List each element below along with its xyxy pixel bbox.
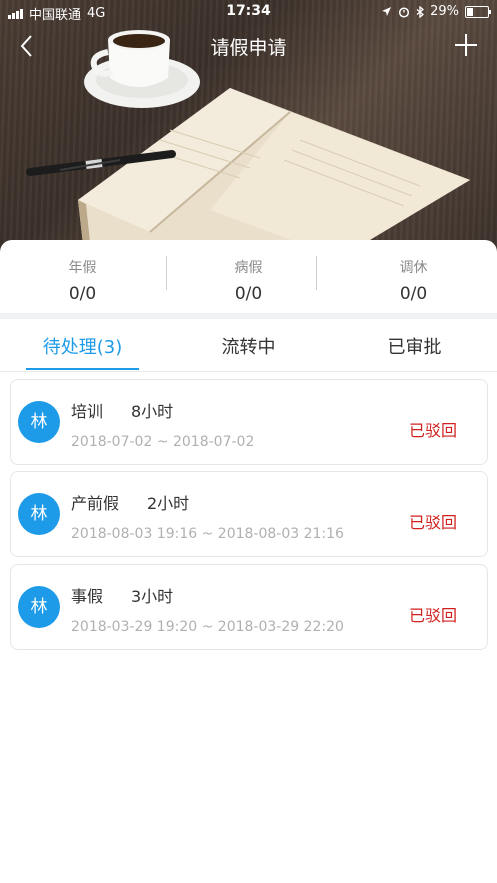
battery-percent: 29% xyxy=(430,4,459,19)
leave-dates: 2018-07-02 ~ 2018-07-02 xyxy=(71,434,255,450)
status-badge: 已驳回 xyxy=(408,421,457,440)
leave-dates: 2018-08-03 19:16 ~ 2018-08-03 21:16 xyxy=(71,526,344,542)
avatar: 林 xyxy=(18,586,60,628)
leave-balance-summary: 年假 0/0 病假 0/0 调休 0/0 xyxy=(0,240,497,313)
status-badge: 已驳回 xyxy=(408,513,457,532)
status-bar: 中国联通 4G 17:34 29% xyxy=(0,0,497,24)
avatar: 林 xyxy=(18,401,60,443)
leave-type: 产前假 xyxy=(71,494,120,513)
active-tab-indicator xyxy=(26,368,139,370)
stat-label: 年假 xyxy=(68,260,97,276)
list-item[interactable]: 林 事假 3小时 2018-03-29 19:20 ~ 2018-03-29 2… xyxy=(10,564,488,650)
stat-annual-leave: 年假 0/0 xyxy=(0,240,165,313)
stat-time-off: 调休 0/0 xyxy=(331,240,496,313)
stat-label: 病假 xyxy=(234,260,263,276)
nav-bar: 请假申请 xyxy=(0,28,497,64)
battery-icon xyxy=(465,5,491,18)
stat-value: 0/0 xyxy=(399,284,428,304)
bluetooth-icon xyxy=(416,5,425,18)
leave-type: 事假 xyxy=(71,587,104,606)
leave-hours: 2小时 xyxy=(147,494,190,513)
add-icon[interactable] xyxy=(453,32,479,58)
stat-value: 0/0 xyxy=(234,284,263,304)
stat-label: 调休 xyxy=(399,260,428,276)
tab-approved[interactable]: 已审批 xyxy=(356,333,473,359)
page-title: 请假申请 xyxy=(210,37,287,59)
stat-value: 0/0 xyxy=(68,284,97,304)
list-item[interactable]: 林 产前假 2小时 2018-08-03 19:16 ~ 2018-08-03 … xyxy=(10,471,488,557)
stat-sick-leave: 病假 0/0 xyxy=(166,240,331,313)
leave-hours: 3小时 xyxy=(131,587,174,606)
status-tabs: 待处理(3) 流转中 已审批 xyxy=(0,319,497,372)
list-item[interactable]: 林 培训 8小时 2018-07-02 ~ 2018-07-02 已驳回 xyxy=(10,379,488,465)
leave-hours: 8小时 xyxy=(131,402,174,421)
leave-dates: 2018-03-29 19:20 ~ 2018-03-29 22:20 xyxy=(71,619,344,635)
status-badge: 已驳回 xyxy=(408,606,457,625)
divider xyxy=(316,256,317,290)
leave-type: 培训 xyxy=(71,402,104,421)
location-icon xyxy=(382,7,392,16)
avatar: 林 xyxy=(18,493,60,535)
alarm-icon xyxy=(399,6,410,18)
tab-pending[interactable]: 待处理(3) xyxy=(26,333,139,359)
tab-in-progress[interactable]: 流转中 xyxy=(190,333,307,359)
